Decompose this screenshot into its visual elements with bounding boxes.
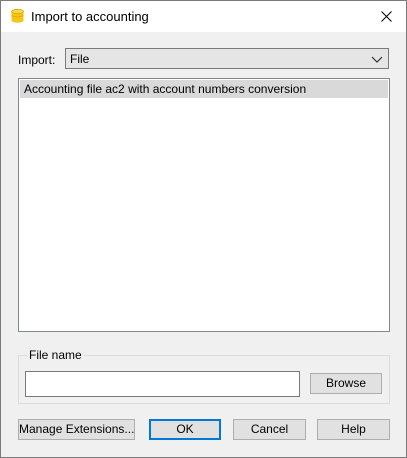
help-button[interactable]: Help (317, 419, 390, 440)
database-cylinder-icon (11, 9, 24, 23)
manage-extensions-button[interactable]: Manage Extensions... (18, 419, 135, 440)
file-name-group-title: File name (27, 348, 84, 362)
import-dialog: Import to accounting Import: File Accoun… (0, 0, 407, 458)
import-label: Import: (18, 53, 56, 67)
chevron-down-icon (371, 56, 383, 63)
import-format-list[interactable]: Accounting file ac2 with account numbers… (18, 78, 390, 332)
file-name-input[interactable] (25, 371, 300, 397)
close-icon (380, 10, 392, 22)
import-select-value: File (70, 52, 90, 66)
list-item[interactable]: Accounting file ac2 with account numbers… (20, 80, 388, 98)
cancel-button[interactable]: Cancel (233, 419, 306, 440)
close-button[interactable] (374, 5, 398, 27)
browse-button[interactable]: Browse (310, 373, 382, 394)
title-bar: Import to accounting (1, 1, 406, 32)
window-title: Import to accounting (31, 9, 149, 24)
import-type-select[interactable]: File (65, 48, 389, 69)
ok-button[interactable]: OK (149, 419, 221, 440)
